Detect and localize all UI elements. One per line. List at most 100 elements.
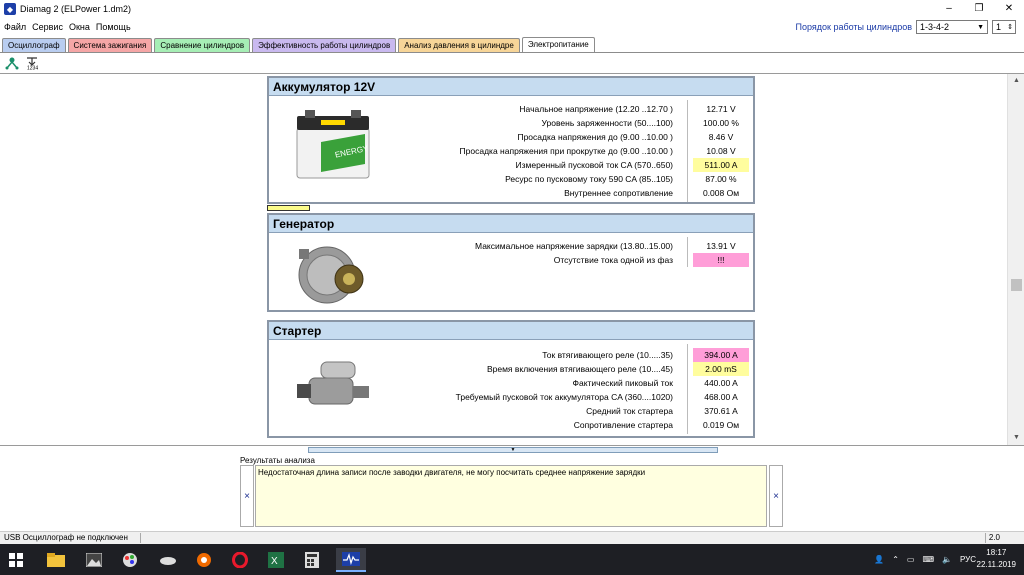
tab-cylinder-compare[interactable]: Сравнение цилиндров [154,38,251,53]
row-label: Фактический пиковый ток [572,378,674,388]
file-explorer-icon[interactable] [46,550,66,570]
taskbar: X 👤 ⌃ ▭ ⌨ 🔈 РУС 18:17 22.11.2019 [0,544,1024,575]
close-right-icon[interactable]: × [769,465,783,527]
status-divider [140,533,141,543]
table-row: Максимальное напряжение зарядки (13.80..… [269,239,753,253]
row-label: Время включения втягивающего реле (10...… [486,364,673,374]
clock-time: 18:17 [986,548,1007,557]
toolbar: 1234 [0,53,1024,73]
menu-service[interactable]: Сервис [32,22,63,32]
clock[interactable]: 18:17 22.11.2019 [977,547,1016,571]
app-icon: ◆ [4,3,16,15]
row-label: Измеренный пусковой ток CA (570..650) [515,160,674,170]
row-value: 100.00 % [703,118,739,128]
maximize-button[interactable]: ❐ [964,0,994,18]
diamag-taskbar-icon[interactable] [336,548,366,572]
menu-file[interactable]: Файл [4,22,26,32]
language-indicator[interactable]: РУС [960,555,976,564]
generator-title: Генератор [269,215,753,233]
row-label: Просадка напряжения при прокрутке до (9.… [459,146,673,156]
row-value: 13.91 V [706,241,736,251]
close-button[interactable]: ✕ [994,0,1024,18]
scroll-up-icon[interactable]: ▲ [1008,74,1024,88]
cylinder-order-label: Порядок работы цилиндров [795,22,913,32]
table-row: Начальное напряжение (12.20 ..12.70 ) 12.… [269,102,753,116]
cylinder-spin[interactable]: 1 ⇕ [992,20,1016,34]
excel-icon[interactable]: X [266,550,286,570]
tab-ignition[interactable]: Система зажигания [67,38,153,53]
results-text: Недостаточная длина записи после заводки… [255,465,767,527]
scroll-down-icon[interactable]: ▼ [1008,431,1024,445]
table-row: Измеренный пусковой ток CA (570..650) 511… [269,158,753,172]
status-version: 2.0 [988,533,1000,542]
table-row: Время включения втягивающего реле (10...… [269,362,753,376]
vertical-scrollbar[interactable]: ▲ ▼ [1007,74,1024,445]
status-divider [985,533,986,543]
cylinder-spin-value: 1 [996,22,1002,32]
table-row: Ток втягивающего реле (10.....35) 394.00 … [269,348,753,362]
tab-bar: Осциллограф Система зажигания Сравнение … [2,37,597,53]
keyboard-icon[interactable]: ⌨ [922,555,934,564]
system-tray: 👤 ⌃ ▭ ⌨ 🔈 РУС [874,544,976,575]
windows-start-icon[interactable] [6,550,26,570]
table-row: Фактический пиковый ток 440.00 A [269,376,753,390]
scroll-thumb[interactable] [1011,279,1022,291]
row-value-warning: 511.00 A [693,158,749,172]
svg-text:1234: 1234 [27,66,38,71]
photos-icon[interactable] [84,550,104,570]
network-icon[interactable] [4,55,20,71]
row-value: 0.008 Ом [702,188,740,198]
main-content: Аккумулятор 12V ENERGY Начальное напряже… [0,73,1024,446]
svg-text:X: X [271,556,278,567]
battery-panel: Аккумулятор 12V ENERGY Начальное напряже… [267,76,755,204]
menu-help[interactable]: Помощь [96,22,131,32]
tab-power-supply[interactable]: Электропитание [521,37,595,53]
row-label: Внутреннее сопротивление [564,188,673,198]
row-value-alert: !!! [693,253,749,267]
cloud-app-icon[interactable] [158,550,178,570]
order-1234-icon[interactable]: 1234 [24,55,40,71]
row-label: Требуемый пусковой ток аккумулятора CA (… [455,392,673,402]
paint-icon[interactable] [120,550,140,570]
row-label: Ток втягивающего реле (10.....35) [542,350,673,360]
spin-icon: ⇕ [1007,24,1013,31]
table-row: Средний ток стартера 370.61 A [269,404,753,418]
window-title: Diamag 2 (ELPower 1.dm2) [20,4,132,14]
battery-title: Аккумулятор 12V [269,78,753,96]
opera-icon[interactable] [230,550,250,570]
row-value: 12.71 V [706,104,736,114]
row-label: Максимальное напряжение зарядки (13.80..… [475,241,673,251]
volume-icon[interactable]: 🔈 [942,555,952,564]
row-value: 8.46 V [708,132,734,142]
row-label: Отсутствие тока одной из фаз [553,255,673,265]
row-label: Средний ток стартера [586,406,673,416]
row-value: 468.00 A [704,392,738,402]
calculator-icon[interactable] [302,550,322,570]
close-left-icon[interactable]: × [240,465,254,527]
tab-cylinder-efficiency[interactable]: Эффективность работы цилиндров [252,38,397,53]
chevron-up-icon[interactable]: ⌃ [892,555,899,564]
table-row: Ресурс по пусковому току 590 CA (85..105… [269,172,753,186]
generator-panel: Генератор Максимальное напряжение зарядк… [267,213,755,312]
table-row: Просадка напряжения до (9.00 ..10.00 ) 8.… [269,130,753,144]
people-icon[interactable]: 👤 [874,555,884,564]
row-label: Начальное напряжение (12.20 ..12.70 ) [519,104,673,114]
row-label: Уровень заряженности (50....100) [541,118,674,128]
starter-title: Стартер [269,322,753,340]
status-left: USB Осциллограф не подключен [4,533,128,542]
minimize-button[interactable]: – [934,0,964,18]
tab-pressure-analysis[interactable]: Анализ давления в цилиндре [398,38,520,53]
avast-icon[interactable] [194,550,214,570]
results-splitter[interactable]: ▼ [308,447,718,453]
row-label: Просадка напряжения до (9.00 ..10.00 ) [517,132,673,142]
row-value-warning: 2.00 mS [693,362,749,376]
row-value: 10.08 V [706,146,736,156]
row-value: 0.019 Ом [702,420,740,430]
table-row: Просадка напряжения при прокрутке до (9.… [269,144,753,158]
tab-oscilloscope[interactable]: Осциллограф [2,38,66,53]
network-tray-icon[interactable]: ▭ [907,555,915,564]
menu-windows[interactable]: Окна [69,22,90,32]
cylinder-order-select[interactable]: 1-3-4-2 ▼ [916,20,988,34]
row-value: 440.00 A [704,378,738,388]
panel-splitter[interactable] [267,205,310,211]
